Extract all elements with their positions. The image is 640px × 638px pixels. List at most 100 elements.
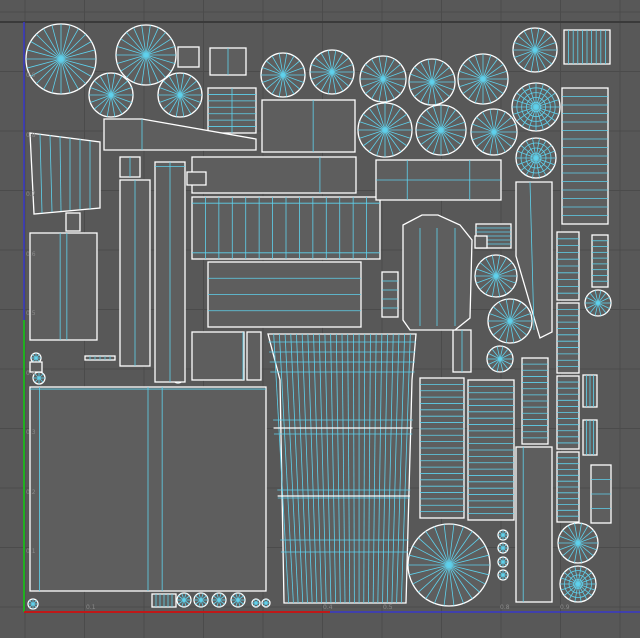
strip-shell[interactable] (207, 87, 257, 134)
cap-shell[interactable] (193, 592, 209, 608)
cap-shell[interactable] (487, 298, 533, 344)
strip-shell[interactable] (191, 196, 381, 260)
strip-shell[interactable] (590, 464, 612, 524)
strip-shell[interactable] (191, 331, 245, 381)
bracket-shell[interactable] (186, 171, 207, 186)
strip-shell[interactable] (151, 593, 177, 608)
strip-shell[interactable] (561, 87, 609, 225)
cap-shell[interactable] (27, 598, 39, 610)
uv-shell-outline (246, 331, 262, 381)
cap-shell[interactable] (359, 55, 407, 103)
strip-shell[interactable] (582, 374, 598, 408)
cap-shell[interactable] (497, 569, 509, 581)
uv-shell-center (533, 48, 537, 52)
uv-shell-center (144, 53, 148, 57)
strip-shell[interactable] (65, 212, 81, 232)
strip-shell[interactable] (563, 29, 611, 65)
strip-shell[interactable] (29, 232, 98, 341)
cap-shell[interactable] (251, 598, 261, 608)
cap-shell[interactable] (115, 24, 177, 86)
strip-shell[interactable] (375, 159, 502, 201)
cap-shell[interactable] (557, 522, 599, 564)
v-tick-label: 0.6 (26, 251, 36, 258)
strip-shell[interactable] (209, 47, 247, 76)
cap-shell[interactable] (25, 23, 97, 95)
strip-shell[interactable] (261, 99, 356, 153)
u-tick-label: 0.9 (560, 604, 570, 611)
cap-shell[interactable] (230, 592, 246, 608)
cap-shell[interactable] (497, 529, 509, 541)
uv-shell-center (383, 128, 387, 132)
cap-shell[interactable] (261, 598, 271, 608)
uv-shell-outline (29, 232, 98, 341)
cap-shell[interactable] (211, 592, 227, 608)
bucket-shell[interactable] (29, 132, 101, 215)
cap-shell[interactable] (157, 72, 203, 118)
strip-shell[interactable] (556, 302, 580, 374)
uv-canvas[interactable]: 0.9 0.8 0.7 0.6 0.5 0.4 0.3 0.2 0.1 0.1 … (0, 0, 640, 638)
strip-shell[interactable] (84, 355, 116, 361)
strip-shell[interactable] (177, 46, 200, 68)
strip-shell[interactable] (467, 379, 515, 521)
body-panel-shell[interactable] (29, 386, 267, 592)
strip-shell[interactable] (452, 329, 472, 373)
cap-shell[interactable] (584, 289, 612, 317)
strip-shell[interactable] (381, 271, 399, 318)
pump-shell[interactable] (402, 214, 473, 331)
cap-shell[interactable] (88, 72, 134, 118)
uv-shell-center (534, 105, 538, 109)
tapered-mesh-shell[interactable] (267, 333, 417, 604)
uv-viewport[interactable]: 0.9 0.8 0.7 0.6 0.5 0.4 0.3 0.2 0.1 0.1 … (0, 0, 640, 638)
v-tick-label: 0.1 (26, 548, 36, 555)
strip-shell[interactable] (556, 231, 580, 301)
uv-shell-outline (515, 446, 553, 603)
strip-shell[interactable] (119, 156, 141, 178)
cap-shell[interactable] (415, 104, 467, 156)
cap-shell[interactable] (407, 523, 491, 607)
strip-shell[interactable] (515, 446, 553, 603)
uv-shell-center (576, 541, 580, 545)
strip-shell[interactable] (419, 377, 465, 519)
cap-shell[interactable] (474, 254, 518, 298)
cap-shell[interactable] (357, 102, 413, 158)
uv-shell-center (254, 601, 258, 605)
uv-shell-outline (177, 46, 200, 68)
strip-shell[interactable] (556, 375, 580, 450)
uv-shell-outline (191, 156, 357, 194)
cap-shell[interactable] (512, 27, 558, 73)
uv-shell-center (34, 356, 38, 360)
uv-shell-center (31, 602, 35, 606)
uv-shell-center (508, 319, 512, 323)
cap-shell[interactable] (457, 53, 509, 105)
u-tick-label: 0.5 (383, 604, 393, 611)
cap-shell[interactable] (515, 137, 557, 179)
cap-shell[interactable] (497, 542, 509, 554)
cap-shell[interactable] (511, 82, 561, 132)
strip-shell[interactable] (246, 331, 262, 381)
uv-shell-outline (261, 99, 356, 153)
strip-shell[interactable] (119, 179, 151, 367)
uv-shell-outline (65, 212, 81, 232)
cap-shell[interactable] (497, 556, 509, 568)
cap-shell[interactable] (260, 52, 306, 98)
strip-shell[interactable] (591, 234, 609, 288)
cap-shell[interactable] (176, 592, 192, 608)
uv-shell-outline (191, 331, 245, 381)
cap-shell[interactable] (470, 108, 518, 156)
strip-shell[interactable] (474, 235, 488, 249)
cap-shell[interactable] (408, 58, 456, 106)
strip-shell[interactable] (207, 261, 362, 328)
strip-shell[interactable] (154, 161, 186, 383)
strip-shell[interactable] (556, 451, 580, 523)
cap-shell[interactable] (559, 565, 597, 603)
strip-shell[interactable] (521, 357, 549, 445)
uv-shell-outline (186, 171, 207, 186)
cap-shell[interactable] (309, 49, 355, 95)
strip-shell[interactable] (582, 419, 598, 456)
uv-shell-center (178, 93, 182, 97)
uv-shells[interactable] (25, 23, 612, 610)
strip-shell[interactable] (191, 156, 357, 194)
uv-shell-center (498, 357, 502, 361)
cap-shell[interactable] (486, 345, 514, 373)
u-tick-label: 0.8 (500, 604, 510, 611)
